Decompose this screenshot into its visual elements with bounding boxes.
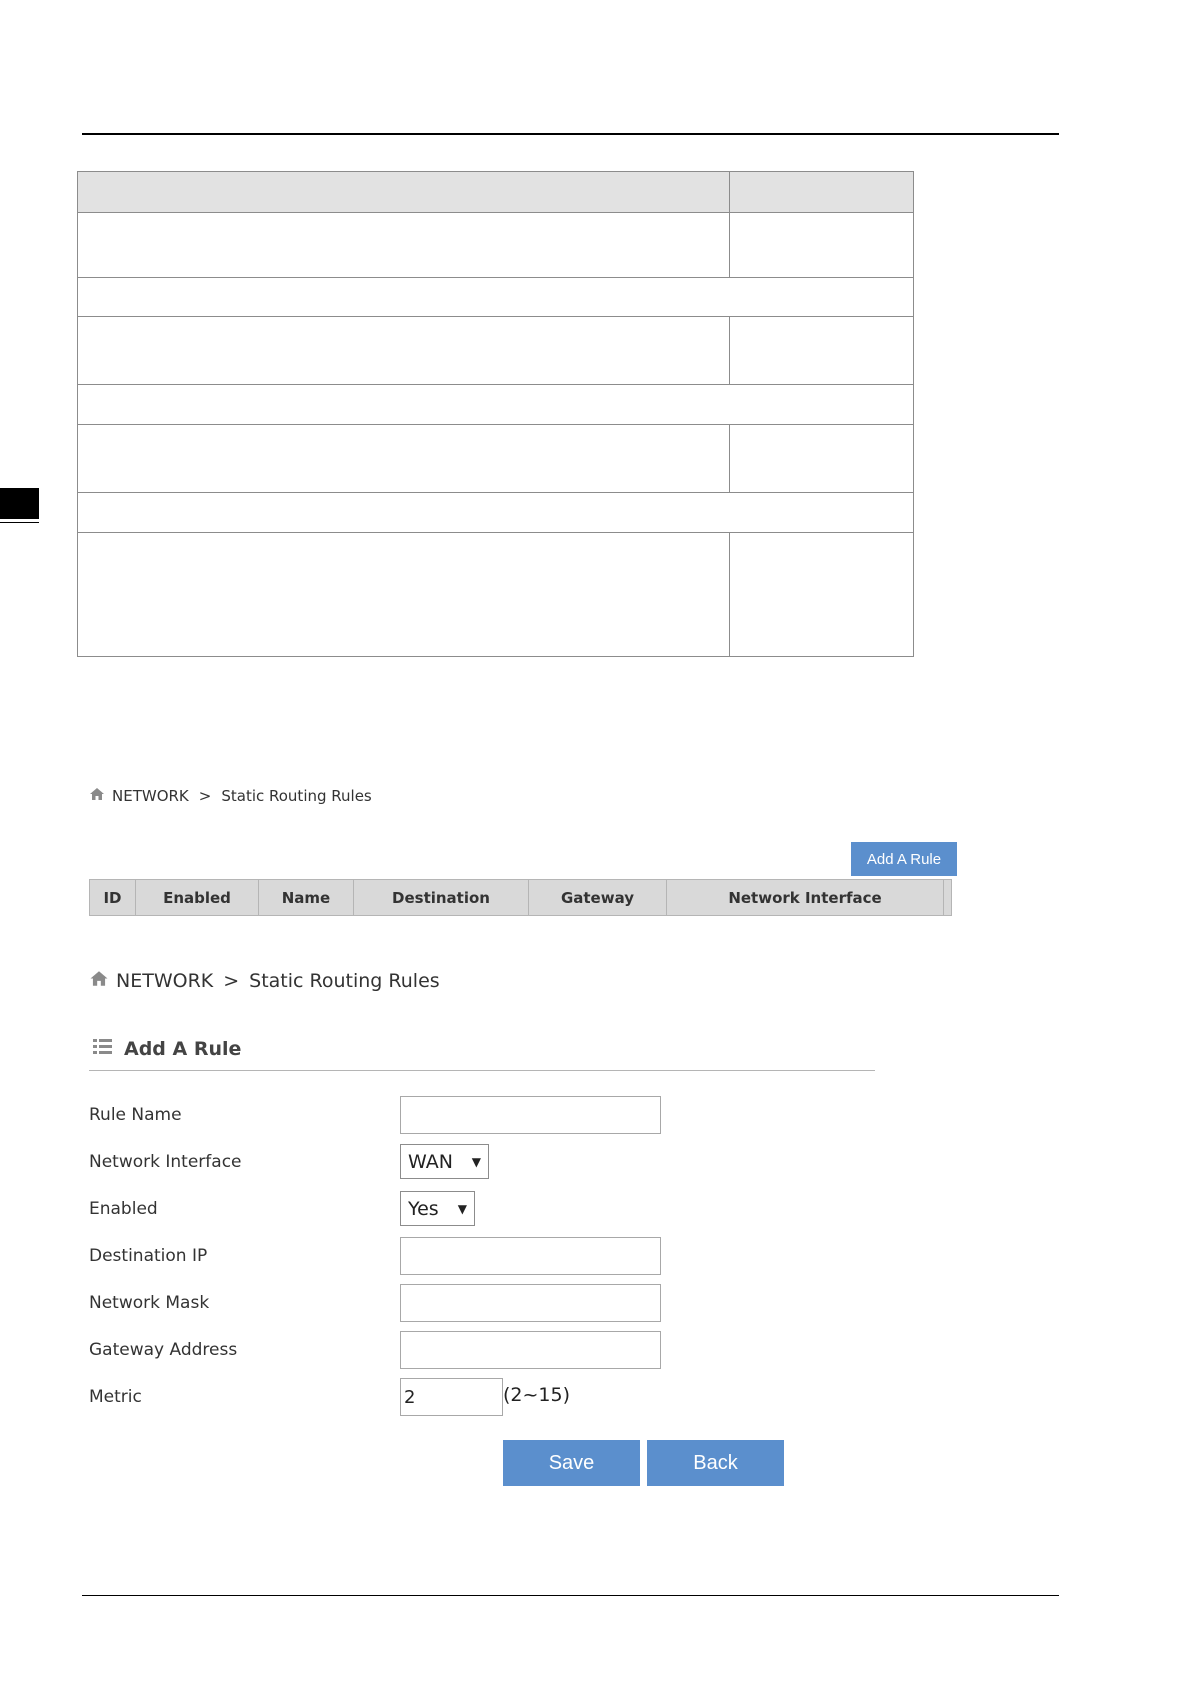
metric-label: Metric [89,1387,142,1407]
column-header-id[interactable]: ID [90,880,136,915]
table-row [77,424,914,493]
table-cell [729,171,914,213]
form-breadcrumb: NETWORK > Static Routing Rules [89,970,440,992]
back-button[interactable]: Back [647,1440,784,1486]
table-header-row [77,171,914,213]
destination-ip-input[interactable] [400,1237,661,1275]
table-cell [77,277,914,317]
network-mask-input[interactable] [400,1284,661,1322]
metric-input[interactable] [400,1378,503,1416]
enabled-label: Enabled [89,1199,158,1219]
page-footer-rule [82,1595,1059,1596]
breadcrumb-current: Static Routing Rules [249,970,440,992]
network-interface-label: Network Interface [89,1152,242,1172]
enabled-value: Yes [408,1197,439,1220]
form-section-title: Add A Rule [93,1038,241,1060]
table-row [77,277,914,317]
add-rule-button[interactable]: Add A Rule [851,842,957,876]
table-cell [77,316,730,385]
network-mask-label: Network Mask [89,1293,210,1313]
column-header-gateway[interactable]: Gateway [529,880,667,915]
breadcrumb-current: Static Routing Rules [221,787,372,805]
table-cell [77,384,914,425]
table-cell [729,316,914,385]
column-header-destination[interactable]: Destination [354,880,529,915]
destination-ip-label: Destination IP [89,1246,208,1266]
section-divider [89,1070,875,1071]
table-cell [77,492,914,533]
save-button[interactable]: Save [503,1440,640,1486]
dropdown-arrow-icon: ▼ [457,1201,467,1216]
breadcrumb: NETWORK > Static Routing Rules [89,787,372,805]
breadcrumb-root[interactable]: NETWORK [112,787,189,805]
gateway-address-label: Gateway Address [89,1340,238,1360]
home-icon[interactable] [89,970,109,992]
home-icon[interactable] [89,787,105,805]
table-cell [77,171,730,213]
form-title: Add A Rule [124,1038,242,1060]
rules-table-header: ID Enabled Name Destination Gateway Netw… [89,879,952,916]
dropdown-arrow-icon: ▼ [471,1154,481,1169]
chapter-tab-underline [0,522,39,523]
rule-name-input[interactable] [400,1096,661,1134]
network-interface-value: WAN [408,1150,453,1173]
network-interface-select[interactable]: WAN ▼ [400,1144,489,1179]
chapter-tab-marker [0,488,39,519]
breadcrumb-separator: > [223,970,240,992]
table-row [77,532,914,657]
table-cell [729,424,914,493]
table-cell [729,532,914,657]
column-header-network-interface[interactable]: Network Interface [667,880,944,915]
table-row [77,492,914,533]
column-header-enabled[interactable]: Enabled [136,880,259,915]
rule-name-label: Rule Name [89,1105,182,1125]
page-header-rule [82,133,1059,135]
column-header-name[interactable]: Name [259,880,354,915]
table-cell [77,212,730,278]
table-row [77,384,914,425]
table-row [77,316,914,385]
parameter-table [77,171,914,657]
gateway-address-input[interactable] [400,1331,661,1369]
table-cell [77,424,730,493]
breadcrumb-root[interactable]: NETWORK [116,970,213,992]
table-row [77,212,914,278]
table-cell [729,212,914,278]
breadcrumb-separator: > [198,787,212,805]
table-cell [77,532,730,657]
list-icon [93,1038,112,1060]
metric-range-hint: (2~15) [503,1384,571,1406]
enabled-select[interactable]: Yes ▼ [400,1191,475,1226]
